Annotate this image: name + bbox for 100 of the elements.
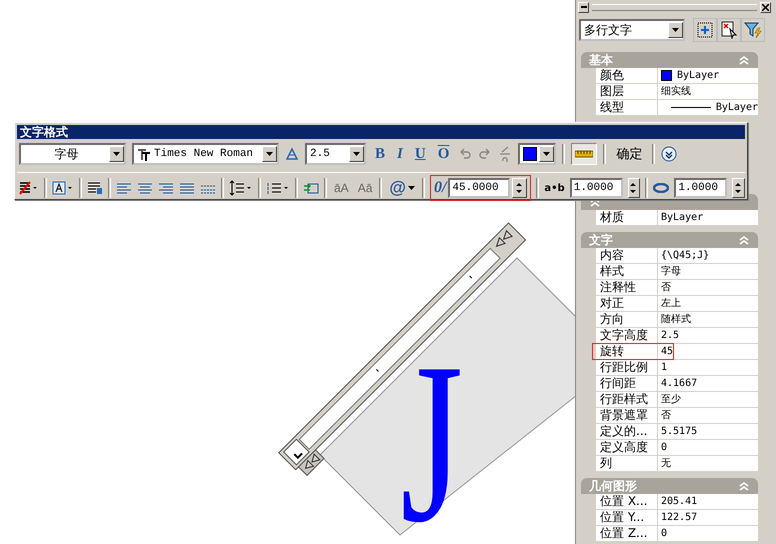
quick-select-icon[interactable] [741,18,765,42]
property-name: 材质 [596,210,658,225]
spinner-arrows-icon [735,181,742,195]
property-value[interactable]: ByLayer [658,210,758,225]
align-center-icon[interactable] [137,182,153,194]
mtext-letter: J [400,314,464,544]
tracking-field[interactable]: 1.0000 [570,178,623,198]
property-value[interactable]: 4.1667 [658,376,758,391]
insert-field-icon[interactable] [303,181,319,195]
columns-icon[interactable] [19,181,39,195]
symbol-button[interactable]: @ [387,178,417,198]
spinner-button[interactable] [628,178,640,198]
text-style-dropdown[interactable]: 字母 [19,143,126,165]
property-value[interactable]: 细实线 [658,84,758,99]
property-value[interactable]: 205.41 [658,494,758,509]
caret-icon [266,152,273,156]
property-name: 颜色 [596,68,658,83]
caret-icon [543,152,550,156]
property-name: 对正 [596,296,658,311]
ok-button[interactable]: 确定 [612,145,646,163]
object-type-dropdown[interactable]: 多行文字 [579,19,685,41]
minimize-button[interactable] [578,2,589,12]
property-name: 文字高度 [596,328,658,343]
oblique-angle-field[interactable]: 45.0000 [448,178,510,198]
options-icon[interactable] [661,146,678,162]
caret-icon [353,152,360,156]
format-button[interactable]: U [412,146,429,162]
format-button[interactable]: I [394,146,406,162]
property-name: 图层 [596,84,658,99]
property-name: 定义高度 [596,440,658,455]
property-value[interactable]: 5.5175 [658,424,758,439]
property-name: 列 [596,456,658,471]
spinner-button[interactable] [512,178,528,198]
spinner-button[interactable] [732,178,745,198]
text-height-dropdown[interactable]: 2.5 [305,143,366,165]
property-value[interactable]: 0 [658,526,758,541]
section-title: 几何图形 [589,478,637,494]
toolbar-title: 文字格式 [17,125,745,139]
paragraph-icon[interactable] [87,181,103,195]
color-swatch-icon [661,70,672,81]
property-value[interactable]: 无 [658,456,758,471]
property-value[interactable]: 2.5 [658,328,758,343]
property-name: 方向 [596,312,658,327]
format-button[interactable]: O [434,146,452,162]
align-right-icon[interactable] [158,182,174,194]
property-value[interactable]: 字母 [658,264,758,279]
property-value[interactable]: ByLayer [658,100,758,115]
property-value[interactable]: 随样式 [658,312,758,327]
justification-icon[interactable] [52,181,74,195]
format-button[interactable]: B [372,146,388,162]
numbering-icon[interactable] [266,181,290,195]
property-name: 行间距 [596,376,658,391]
tracking-label: a•b [544,182,565,194]
property-name: 内容 [596,248,658,263]
property-value[interactable]: 122.57 [658,510,758,525]
width-factor-field[interactable]: 1.0000 [674,178,728,198]
annotative-icon[interactable] [285,147,299,161]
property-value[interactable]: ByLayer [658,68,758,83]
property-name: 行距样式 [596,392,658,407]
property-name: 背景遮罩 [596,408,658,423]
property-name: 样式 [596,264,658,279]
caret-icon [113,152,120,156]
caret-icon [672,28,679,32]
property-name: 位置 Y... [596,510,658,525]
text-color-dropdown[interactable] [518,143,556,165]
property-value[interactable]: {\Q45;J} [658,248,758,263]
property-name: 定义的... [596,424,658,439]
property-name: 旋转 [596,344,658,359]
property-value[interactable]: 否 [658,408,758,423]
property-name: 注释性 [596,280,658,295]
ruler-toggle[interactable] [571,143,598,165]
section-title: 文字 [589,232,613,248]
property-name: 位置 Z... [596,526,658,541]
close-button[interactable] [760,2,771,12]
case-button[interactable]: Aā [356,181,374,195]
property-name: 线型 [596,100,658,115]
property-value[interactable]: 45 [658,344,758,359]
line-spacing-icon[interactable] [229,180,253,196]
caret-icon [408,186,415,190]
color-swatch-icon [523,147,538,161]
select-objects-icon[interactable] [693,18,717,42]
linetype-line-icon [671,107,711,108]
property-value[interactable]: 至少 [658,392,758,407]
property-name: 位置 X... [596,494,658,509]
property-value[interactable]: 左上 [658,296,758,311]
property-value[interactable]: 0 [658,440,758,455]
ruler-icon [575,150,594,158]
oblique-angle-label: 0/ [434,179,446,197]
spinner-arrows-icon [630,181,638,195]
width-factor-icon [653,183,670,193]
font-dropdown[interactable]: Times New Roman [132,143,279,165]
case-button[interactable]: āA [332,181,351,195]
justify-icon[interactable] [179,182,195,194]
property-name: 行距比例 [596,360,658,375]
property-value[interactable]: 1 [658,360,758,375]
align-left-icon[interactable] [116,182,132,194]
section-title: 基本 [589,52,613,68]
pick-objects-icon[interactable] [717,18,741,42]
property-value[interactable]: 否 [658,280,758,295]
spinner-arrows-icon [516,181,524,195]
